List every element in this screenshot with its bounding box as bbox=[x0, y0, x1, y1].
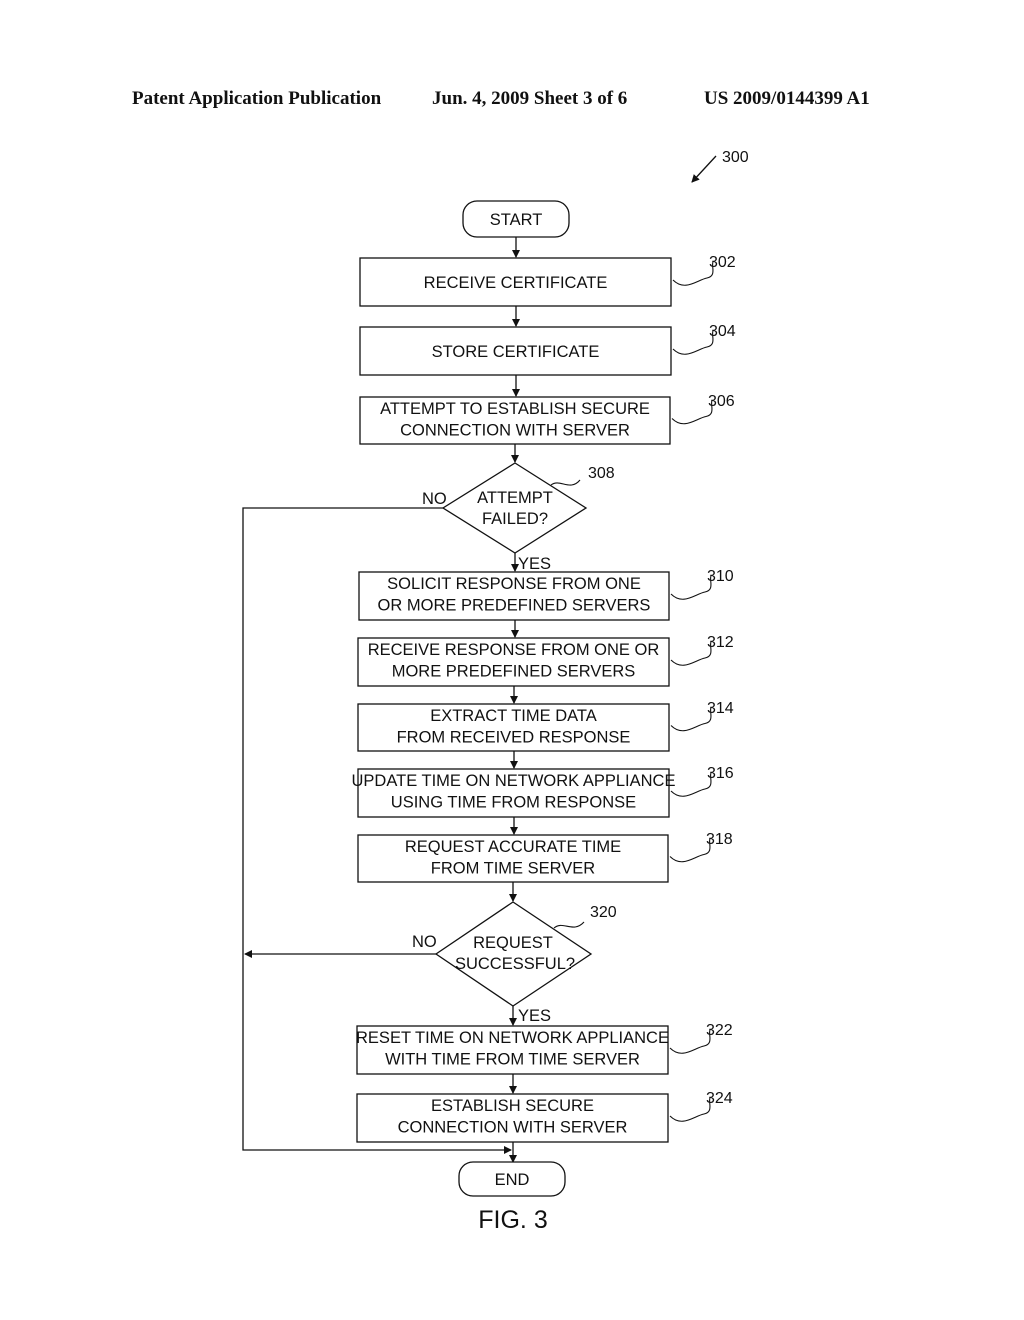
decision-320: REQUEST SUCCESSFUL? NO YES 320 bbox=[412, 901, 617, 1025]
leader-line bbox=[669, 1029, 711, 1054]
ref-label: 316 bbox=[707, 765, 734, 782]
decision-line: REQUEST bbox=[473, 934, 553, 952]
process-step-318: REQUEST ACCURATE TIME FROM TIME SERVER 318 bbox=[357, 831, 733, 883]
ref-label: 302 bbox=[709, 254, 736, 271]
leader-line bbox=[670, 575, 712, 600]
process-step-322: RESET TIME ON NETWORK APPLIANCE WITH TIME… bbox=[356, 1022, 733, 1075]
connectors bbox=[242, 237, 520, 1163]
decision-line: ATTEMPT bbox=[477, 489, 553, 507]
ref-label: 310 bbox=[707, 568, 734, 585]
figure-ref-label: 300 bbox=[722, 149, 749, 166]
ref-label: 322 bbox=[706, 1022, 733, 1039]
ref-label: 320 bbox=[590, 904, 617, 921]
step-text-line: STORE CERTIFICATE bbox=[432, 343, 600, 361]
step-text-line: RECEIVE RESPONSE FROM ONE OR bbox=[368, 641, 660, 659]
ref-label: 308 bbox=[588, 465, 615, 482]
start-label: START bbox=[490, 211, 543, 229]
yes-label: YES bbox=[518, 555, 551, 573]
process-step-312: RECEIVE RESPONSE FROM ONE OR MORE PREDEFI… bbox=[357, 634, 734, 687]
figure-ref-300: 300 bbox=[691, 149, 749, 183]
step-text-line: USING TIME FROM RESPONSE bbox=[391, 794, 636, 812]
process-step-306: ATTEMPT TO ESTABLISH SECURE CONNECTION WI… bbox=[359, 393, 735, 445]
step-text-line: FROM TIME SERVER bbox=[431, 860, 595, 878]
ref-label: 312 bbox=[707, 634, 734, 651]
process-step-310: SOLICIT RESPONSE FROM ONE OR MORE PREDEFI… bbox=[358, 568, 734, 621]
step-text-line: SOLICIT RESPONSE FROM ONE bbox=[387, 575, 641, 593]
leader-line bbox=[670, 707, 712, 732]
flowchart: 300 START RECEIVE CERTIFICATE 302 STORE CE… bbox=[242, 149, 749, 1234]
process-step-316: UPDATE TIME ON NETWORK APPLIANCE USING TI… bbox=[352, 765, 734, 818]
step-text-line: FROM RECEIVED RESPONSE bbox=[397, 729, 631, 747]
leader-line bbox=[671, 400, 713, 425]
step-text-line: RESET TIME ON NETWORK APPLIANCE bbox=[356, 1029, 669, 1047]
yes-label: YES bbox=[518, 1007, 551, 1025]
step-text-line: UPDATE TIME ON NETWORK APPLIANCE bbox=[352, 772, 676, 790]
process-step-304: STORE CERTIFICATE 304 bbox=[359, 323, 736, 376]
leader-line bbox=[670, 641, 712, 666]
step-text-line: OR MORE PREDEFINED SERVERS bbox=[378, 597, 651, 615]
step-text-line: ESTABLISH SECURE bbox=[431, 1097, 594, 1115]
figure-caption: FIG. 3 bbox=[478, 1206, 547, 1234]
ref-label: 306 bbox=[708, 393, 735, 410]
step-text-line: MORE PREDEFINED SERVERS bbox=[392, 663, 636, 681]
step-text-line: EXTRACT TIME DATA bbox=[430, 707, 597, 725]
leader-line bbox=[672, 261, 714, 286]
decision-308: ATTEMPT FAILED? NO YES 308 bbox=[422, 462, 615, 573]
leader-line bbox=[669, 838, 711, 863]
ref-label: 318 bbox=[706, 831, 733, 848]
ref-label: 304 bbox=[709, 323, 736, 340]
end-label: END bbox=[495, 1171, 530, 1189]
no-label: NO bbox=[412, 933, 437, 951]
start-terminal: START bbox=[462, 200, 570, 238]
leader-line bbox=[669, 1097, 711, 1122]
leader-line bbox=[550, 479, 581, 486]
process-step-314: EXTRACT TIME DATA FROM RECEIVED RESPONSE 3… bbox=[357, 700, 734, 752]
decision-line: SUCCESSFUL? bbox=[455, 955, 575, 973]
step-text-line: CONNECTION WITH SERVER bbox=[400, 422, 630, 440]
process-step-324: ESTABLISH SECURE CONNECTION WITH SERVER 32… bbox=[356, 1090, 733, 1143]
leader-line bbox=[553, 921, 585, 929]
ref-label: 324 bbox=[706, 1090, 733, 1107]
step-text-line: CONNECTION WITH SERVER bbox=[398, 1119, 628, 1137]
step-text-line: WITH TIME FROM TIME SERVER bbox=[385, 1051, 640, 1069]
figure-ref-arrow bbox=[691, 155, 717, 183]
leader-line bbox=[672, 330, 714, 355]
decision-line: FAILED? bbox=[482, 510, 548, 528]
process-step-302: RECEIVE CERTIFICATE 302 bbox=[359, 254, 736, 307]
step-text-line: RECEIVE CERTIFICATE bbox=[424, 274, 608, 292]
ref-label: 314 bbox=[707, 700, 734, 717]
step-text-line: ATTEMPT TO ESTABLISH SECURE bbox=[380, 400, 650, 418]
step-text-line: REQUEST ACCURATE TIME bbox=[405, 838, 621, 856]
end-terminal: END bbox=[458, 1161, 566, 1197]
no-label: NO bbox=[422, 490, 447, 508]
leader-line bbox=[670, 772, 712, 797]
